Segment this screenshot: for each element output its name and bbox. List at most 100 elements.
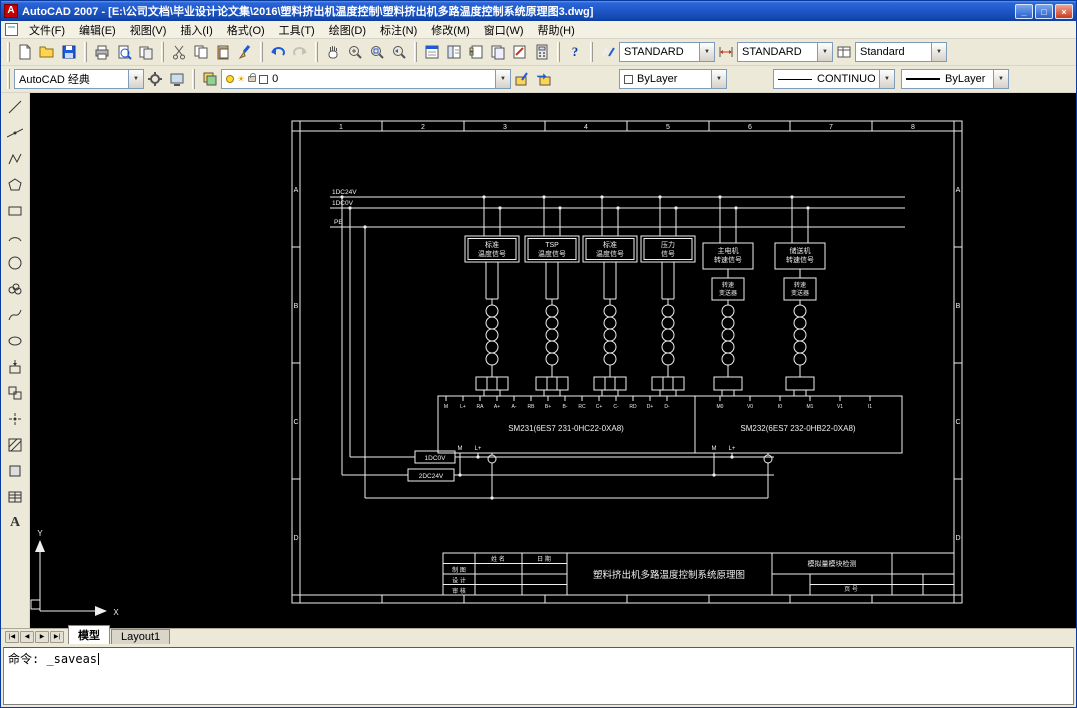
minimize-button[interactable]: _ <box>1015 3 1033 19</box>
polyline-tool[interactable] <box>3 147 27 171</box>
polygon-tool[interactable] <box>3 173 27 197</box>
color-dropdown[interactable]: ByLayer <box>619 69 727 89</box>
quickcalc-button[interactable] <box>531 41 553 63</box>
menu-view[interactable]: 视图(V) <box>123 20 174 40</box>
toolbar-grip[interactable] <box>84 42 87 62</box>
toolbar-grip[interactable] <box>260 42 263 62</box>
menu-window[interactable]: 窗口(W) <box>477 20 531 40</box>
toolbar-grip[interactable] <box>414 42 417 62</box>
insert-block-tool[interactable] <box>3 355 27 379</box>
close-button[interactable]: × <box>1055 3 1073 19</box>
dim-style-icon[interactable] <box>715 41 737 63</box>
match-properties-button[interactable] <box>234 41 256 63</box>
workspace-dropdown[interactable]: AutoCAD 经典 <box>14 69 144 89</box>
dropdown-arrow-icon[interactable] <box>993 70 1008 88</box>
tab-last-button[interactable]: ▶| <box>50 631 64 643</box>
hatch-tool[interactable] <box>3 433 27 457</box>
dropdown-arrow-icon[interactable] <box>495 70 510 88</box>
tab-next-button[interactable]: ▶ <box>35 631 49 643</box>
tool-palettes-button[interactable] <box>465 41 487 63</box>
plot-preview-button[interactable] <box>113 41 135 63</box>
zoom-window-button[interactable] <box>366 41 388 63</box>
new-button[interactable] <box>14 41 36 63</box>
text-style-icon[interactable]: A <box>597 41 619 63</box>
undo-button[interactable] <box>267 41 289 63</box>
layer-thaw-sun-icon[interactable]: ☀ <box>237 74 245 84</box>
arc-tool[interactable] <box>3 225 27 249</box>
toolbar-grip[interactable] <box>315 42 318 62</box>
table-tool[interactable] <box>3 485 27 509</box>
workspace-settings-button[interactable] <box>144 68 166 90</box>
cut-button[interactable] <box>168 41 190 63</box>
mtext-tool[interactable]: A <box>3 511 27 535</box>
table-style-dropdown[interactable]: Standard <box>855 42 947 62</box>
layer-unlock-icon[interactable] <box>248 73 257 82</box>
dropdown-arrow-icon[interactable] <box>699 43 714 61</box>
menu-edit[interactable]: 编辑(E) <box>72 20 123 40</box>
spline-tool[interactable] <box>3 303 27 327</box>
menu-help[interactable]: 帮助(H) <box>531 20 582 40</box>
dropdown-arrow-icon[interactable] <box>128 70 143 88</box>
command-window[interactable]: 命令: _saveas <box>3 647 1074 705</box>
text-style-dropdown[interactable]: STANDARD <box>619 42 715 62</box>
open-button[interactable] <box>36 41 58 63</box>
linetype-dropdown[interactable]: CONTINUOUS <box>773 69 895 89</box>
layer-properties-button[interactable] <box>199 68 221 90</box>
tab-prev-button[interactable]: ◀ <box>20 631 34 643</box>
dim-style-dropdown[interactable]: STANDARD <box>737 42 833 62</box>
region-tool[interactable] <box>3 459 27 483</box>
designcenter-button[interactable] <box>443 41 465 63</box>
properties-button[interactable] <box>421 41 443 63</box>
toolbar-grip[interactable] <box>557 42 560 62</box>
revision-cloud-tool[interactable] <box>3 277 27 301</box>
toolbar-grip[interactable] <box>7 69 10 89</box>
drawing-canvas[interactable]: 1 2 3 4 5 6 7 8 A B C D A B C D 1DC24V 1… <box>30 93 1076 628</box>
menu-tools[interactable]: 工具(T) <box>272 20 322 40</box>
make-object-layer-current-button[interactable] <box>511 68 533 90</box>
construction-line-tool[interactable] <box>3 121 27 145</box>
pan-button[interactable] <box>322 41 344 63</box>
toolbar-grip[interactable] <box>590 42 593 62</box>
menu-format[interactable]: 格式(O) <box>220 20 272 40</box>
copy-button[interactable] <box>190 41 212 63</box>
redo-button[interactable] <box>289 41 311 63</box>
menu-modify[interactable]: 修改(M) <box>424 20 477 40</box>
rectangle-tool[interactable] <box>3 199 27 223</box>
layer-on-bulb-icon[interactable] <box>226 75 234 83</box>
markup-set-manager-button[interactable] <box>509 41 531 63</box>
ellipse-tool[interactable] <box>3 329 27 353</box>
paste-button[interactable] <box>212 41 234 63</box>
point-tool[interactable] <box>3 407 27 431</box>
zoom-realtime-button[interactable] <box>344 41 366 63</box>
zoom-previous-button[interactable] <box>388 41 410 63</box>
line-tool[interactable] <box>3 95 27 119</box>
my-workspace-button[interactable] <box>166 68 188 90</box>
dropdown-arrow-icon[interactable] <box>817 43 832 61</box>
menu-insert[interactable]: 插入(I) <box>173 20 219 40</box>
plot-button[interactable] <box>91 41 113 63</box>
sheet-set-manager-button[interactable] <box>487 41 509 63</box>
menu-draw[interactable]: 绘图(D) <box>322 20 373 40</box>
layer-dropdown[interactable]: ☀ 0 <box>221 69 511 89</box>
circle-tool[interactable] <box>3 251 27 275</box>
table-style-icon[interactable] <box>833 41 855 63</box>
dropdown-arrow-icon[interactable] <box>931 43 946 61</box>
publish-button[interactable] <box>135 41 157 63</box>
dropdown-arrow-icon[interactable] <box>879 70 894 88</box>
save-button[interactable] <box>58 41 80 63</box>
menu-dimension[interactable]: 标注(N) <box>373 20 424 40</box>
svg-text:标准: 标准 <box>603 240 617 249</box>
toolbar-grip[interactable] <box>7 42 10 62</box>
make-block-tool[interactable] <box>3 381 27 405</box>
tab-first-button[interactable]: |◀ <box>5 631 19 643</box>
menu-file[interactable]: 文件(F) <box>22 20 72 40</box>
dropdown-arrow-icon[interactable] <box>711 70 726 88</box>
toolbar-grip[interactable] <box>161 42 164 62</box>
toolbar-grip[interactable] <box>192 69 195 89</box>
tab-layout1[interactable]: Layout1 <box>111 629 171 644</box>
lineweight-dropdown[interactable]: ByLayer <box>901 69 1009 89</box>
layer-previous-button[interactable] <box>533 68 555 90</box>
help-button[interactable]: ? <box>564 41 586 63</box>
maximize-button[interactable]: □ <box>1035 3 1053 19</box>
tab-model[interactable]: 模型 <box>68 625 110 644</box>
